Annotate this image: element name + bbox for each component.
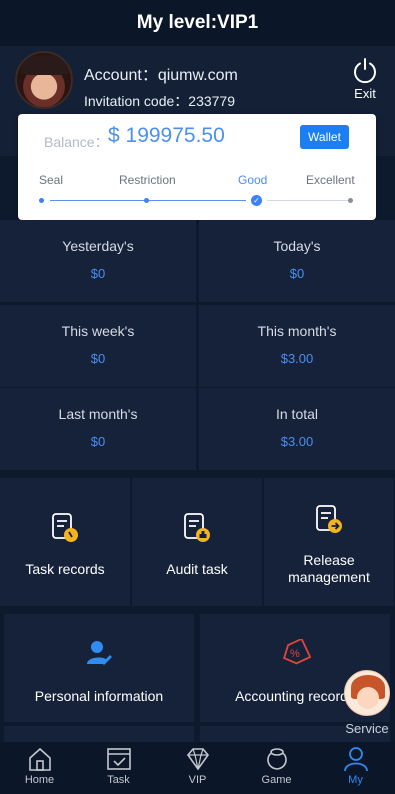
svg-text:%: % — [290, 648, 300, 660]
stat-label: In total — [275, 406, 319, 422]
tab-task[interactable]: Task — [79, 742, 158, 794]
invitation-code-text: Invitation code：233779 — [84, 93, 235, 109]
tag-percent-icon: % — [283, 639, 311, 665]
balance-card: Balance： $ 199975.50 Wallet Seal Restric… — [18, 114, 376, 220]
level-check-icon: ✓ — [251, 195, 262, 206]
tab-game[interactable]: Game — [237, 742, 316, 794]
task-tiles: Task records Audit task Release manageme… — [0, 478, 395, 606]
stat-this-week: This week's $0 — [0, 305, 196, 387]
stat-value: $0 — [90, 434, 106, 449]
page-header: My level:VIP1 — [0, 0, 395, 46]
tab-label: VIP — [188, 774, 207, 786]
audit-task-icon — [184, 513, 210, 542]
account-text: Account：qiumw.com — [84, 67, 238, 84]
balance-value: $ 199975.50 — [108, 124, 225, 147]
stat-yesterday: Yesterday's $0 — [0, 220, 196, 302]
stat-today: Today's $0 — [199, 220, 395, 302]
service-avatar — [344, 670, 390, 716]
level-dot-seal — [39, 198, 44, 203]
stat-value: $0 — [90, 266, 106, 281]
audit-task-button[interactable]: Audit task — [132, 478, 262, 606]
stat-value: $0 — [90, 351, 106, 366]
stat-label: This week's — [61, 323, 135, 339]
level-remaining-track — [267, 200, 350, 201]
user-icon — [343, 747, 368, 772]
diamond-icon — [186, 748, 209, 771]
wallet-button[interactable]: Wallet — [300, 125, 349, 149]
exit-label: Exit — [354, 86, 376, 101]
exit-button[interactable]: Exit — [348, 56, 382, 101]
stat-this-month: This month's $3.00 — [199, 305, 395, 387]
tile-label: Task records — [25, 561, 105, 577]
page-title: My level:VIP1 — [136, 12, 259, 33]
stat-last-month: Last month's $0 — [0, 388, 196, 470]
tab-label: Task — [107, 774, 130, 786]
tab-label: My — [348, 774, 363, 786]
stat-label: Yesterday's — [62, 238, 134, 254]
tile-label: Release management — [288, 552, 370, 585]
service-label: Service — [345, 721, 389, 736]
level-dot-restriction — [144, 198, 149, 203]
stat-value: $3.00 — [280, 351, 314, 366]
tab-my[interactable]: My — [316, 742, 395, 794]
earnings-stats: Yesterday's $0 Today's $0 This week's $0… — [0, 220, 395, 472]
home-icon — [28, 747, 51, 771]
stat-in-total: In total $3.00 — [199, 388, 395, 470]
power-icon — [354, 58, 376, 84]
level-seal: Seal — [39, 173, 64, 187]
stat-label: This month's — [257, 323, 337, 339]
task-records-icon — [52, 513, 78, 542]
task-icon — [106, 748, 131, 770]
tab-label: Home — [24, 774, 55, 786]
tile-label: Audit task — [166, 561, 228, 577]
balance-label: Balance： — [44, 134, 109, 150]
tab-vip[interactable]: VIP — [158, 742, 237, 794]
task-records-button[interactable]: Task records — [0, 478, 130, 606]
game-icon — [266, 748, 287, 770]
personal-information-button[interactable]: Personal information — [4, 614, 194, 722]
level-good: Good — [238, 173, 268, 187]
avatar[interactable] — [15, 51, 73, 109]
level-restriction: Restriction — [119, 173, 176, 187]
tab-home[interactable]: Home — [0, 742, 79, 794]
level-excellent: Excellent — [306, 173, 355, 187]
tile-label: Personal information — [34, 688, 164, 704]
level-dot-excellent — [348, 198, 353, 203]
bottom-tab-bar: Home Task VIP Game My — [0, 742, 395, 794]
release-management-icon — [316, 505, 342, 533]
stat-value: $3.00 — [280, 434, 314, 449]
stat-label: Last month's — [58, 406, 138, 422]
stat-label: Today's — [273, 238, 321, 254]
user-edit-icon — [87, 641, 112, 665]
release-management-button[interactable]: Release management — [264, 478, 394, 606]
service-button[interactable]: Service — [343, 670, 391, 736]
stat-value: $0 — [289, 266, 305, 281]
tab-label: Game — [261, 774, 292, 786]
